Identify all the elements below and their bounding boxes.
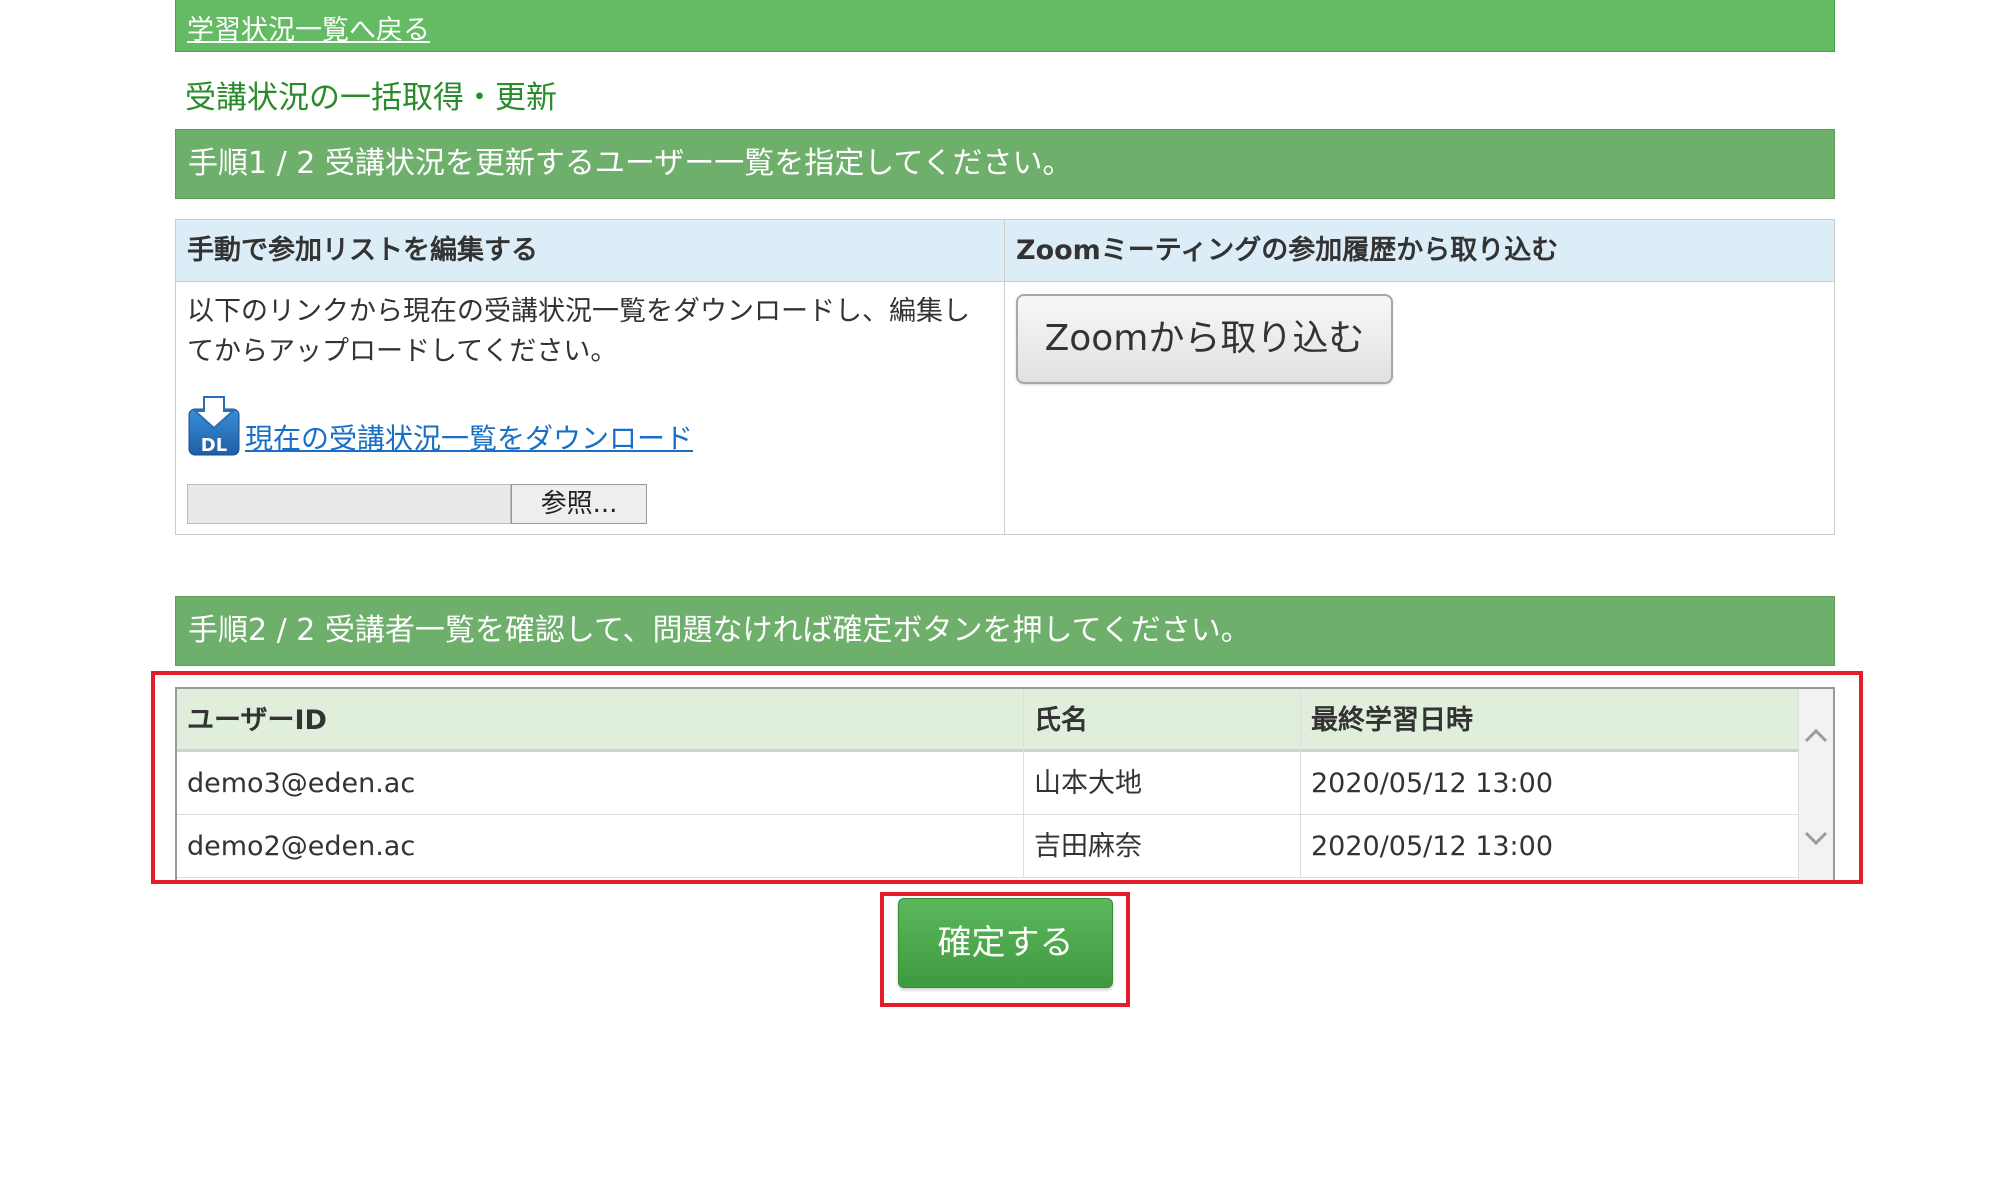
browse-button[interactable]: 参照... (511, 484, 647, 524)
confirm-highlight-box (880, 892, 1130, 1007)
zoom-import-column: Zoomミーティングの参加履歴から取り込む Zoomから取り込む (1005, 220, 1834, 534)
step1-header: 手順1 / 2 受講状況を更新するユーザー一覧を指定してください。 (175, 129, 1835, 199)
page-title: 受講状況の一括取得・更新 (185, 80, 557, 116)
manual-edit-heading: 手動で参加リストを編集する (176, 220, 1004, 282)
table-highlight-box (151, 671, 1863, 884)
step1-panel: 手動で参加リストを編集する 以下のリンクから現在の受講状況一覧をダウンロードし、… (175, 219, 1835, 535)
download-icon-graphic: DL (188, 396, 240, 456)
dl-icon-label: DL (201, 435, 227, 456)
manual-edit-column: 手動で参加リストを編集する 以下のリンクから現在の受講状況一覧をダウンロードし、… (176, 220, 1005, 534)
download-icon[interactable]: DL (187, 395, 241, 457)
back-nav-bar: 学習状況一覧へ戻る (175, 0, 1835, 52)
manual-edit-instructions: 以下のリンクから現在の受講状況一覧をダウンロードし、編集してからアップロードして… (187, 296, 970, 367)
zoom-import-heading: Zoomミーティングの参加履歴から取り込む (1005, 220, 1834, 282)
download-current-status-link[interactable]: 現在の受講状況一覧をダウンロード (245, 417, 693, 457)
file-upload-input[interactable]: 参照... (187, 484, 647, 524)
import-from-zoom-button[interactable]: Zoomから取り込む (1016, 294, 1393, 384)
back-to-progress-list-link[interactable]: 学習状況一覧へ戻る (187, 8, 430, 47)
step2-header: 手順2 / 2 受講者一覧を確認して、問題なければ確定ボタンを押してください。 (175, 596, 1835, 666)
file-path-field[interactable] (187, 484, 511, 524)
